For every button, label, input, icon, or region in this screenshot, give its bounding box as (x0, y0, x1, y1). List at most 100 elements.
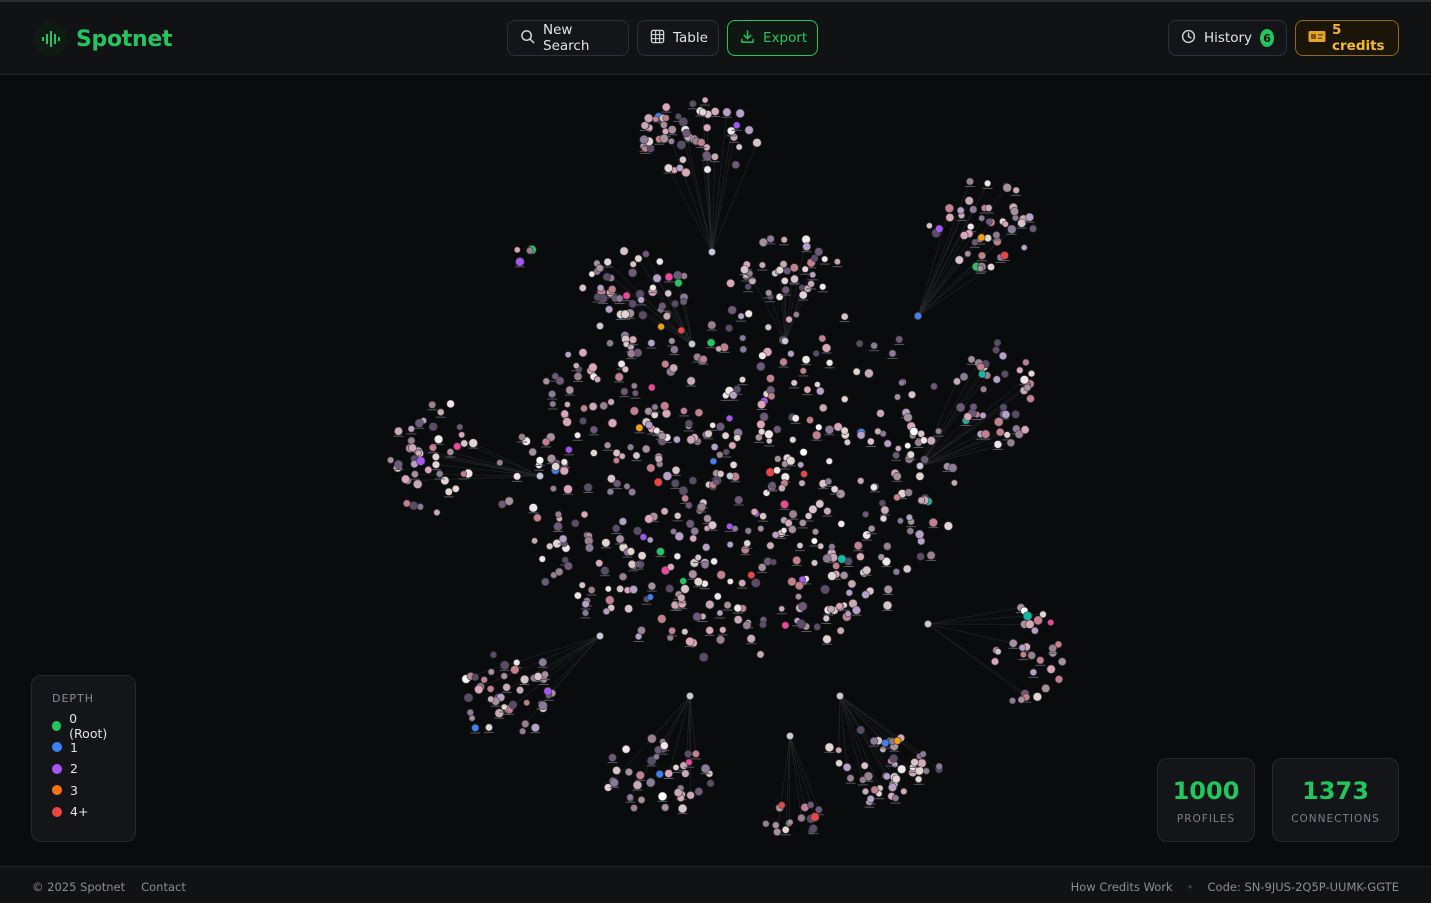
profile-node[interactable] (663, 163, 673, 173)
profile-node[interactable] (733, 615, 743, 625)
profile-node[interactable] (560, 409, 569, 419)
profile-node[interactable] (993, 339, 1002, 347)
profile-node[interactable] (658, 302, 667, 310)
profile-node[interactable] (837, 554, 847, 564)
profile-node[interactable] (414, 418, 424, 428)
profile-node[interactable] (744, 309, 753, 318)
profile-node[interactable] (846, 774, 855, 783)
profile-node[interactable] (951, 479, 958, 487)
profile-node[interactable] (750, 508, 759, 516)
profile-node[interactable] (513, 246, 521, 254)
profile-node[interactable] (661, 803, 670, 812)
profile-node[interactable] (463, 693, 474, 703)
profile-node[interactable] (860, 761, 869, 770)
profile-node[interactable] (696, 502, 706, 512)
profile-node[interactable] (679, 155, 687, 164)
profile-node[interactable] (702, 123, 712, 132)
profile-node[interactable] (639, 533, 648, 541)
profile-node[interactable] (413, 479, 423, 489)
profile-node[interactable] (661, 102, 671, 112)
profile-node[interactable] (578, 348, 588, 358)
profile-node[interactable] (818, 334, 827, 343)
profile-node[interactable] (791, 414, 800, 423)
profile-node[interactable] (686, 435, 696, 445)
profile-node[interactable] (992, 237, 1002, 246)
profile-node[interactable] (715, 345, 723, 353)
profile-node[interactable] (546, 542, 554, 550)
profile-node[interactable] (1032, 692, 1042, 702)
profile-node[interactable] (948, 463, 958, 473)
profile-node[interactable] (692, 750, 700, 758)
profile-node[interactable] (538, 555, 546, 563)
profile-node[interactable] (1008, 697, 1016, 705)
profile-node[interactable] (645, 777, 656, 788)
profile-node[interactable] (460, 470, 468, 478)
profile-node[interactable] (541, 577, 550, 587)
profile-node[interactable] (898, 379, 906, 387)
profile-node[interactable] (686, 791, 695, 800)
profile-node[interactable] (647, 733, 657, 744)
profile-node[interactable] (798, 479, 806, 487)
profile-node[interactable] (767, 392, 776, 401)
profile-node[interactable] (471, 673, 479, 681)
profile-node[interactable] (431, 452, 440, 461)
profile-node[interactable] (1008, 638, 1018, 648)
profile-node[interactable] (654, 454, 663, 464)
profile-node[interactable] (893, 493, 901, 502)
profile-node[interactable] (1036, 656, 1045, 665)
profile-node[interactable] (651, 403, 659, 411)
profile-node[interactable] (892, 471, 902, 481)
profile-node[interactable] (677, 326, 685, 334)
profile-node[interactable] (697, 138, 706, 147)
profile-node[interactable] (966, 223, 975, 231)
profile-node[interactable] (681, 769, 690, 778)
profile-node[interactable] (407, 436, 416, 445)
profile-node[interactable] (953, 377, 961, 386)
profile-node[interactable] (906, 450, 915, 459)
profile-node[interactable] (490, 651, 497, 659)
profile-node[interactable] (1025, 619, 1035, 629)
profile-node[interactable] (593, 375, 601, 383)
profile-node[interactable] (930, 382, 938, 391)
profile-node[interactable] (992, 346, 1000, 354)
profile-node[interactable] (681, 167, 691, 178)
profile-node[interactable] (812, 430, 822, 440)
profile-node[interactable] (747, 571, 756, 579)
profile-node[interactable] (893, 736, 902, 745)
profile-node[interactable] (781, 286, 790, 295)
profile-node[interactable] (780, 276, 789, 285)
profile-node[interactable] (670, 600, 680, 610)
profile-node[interactable] (601, 538, 611, 548)
profile-node[interactable] (1012, 186, 1020, 194)
profile-node[interactable] (508, 700, 518, 710)
profile-node[interactable] (662, 471, 673, 481)
profile-node[interactable] (964, 196, 974, 206)
profile-node[interactable] (725, 414, 733, 422)
profile-node[interactable] (866, 794, 875, 803)
profile-node[interactable] (822, 553, 832, 564)
profile-node[interactable] (603, 257, 612, 267)
profile-node[interactable] (706, 338, 716, 347)
profile-node[interactable] (959, 231, 969, 240)
profile-node[interactable] (964, 250, 972, 258)
profile-node[interactable] (735, 108, 745, 119)
profile-node[interactable] (810, 254, 819, 262)
profile-node[interactable] (744, 527, 752, 535)
profile-node[interactable] (977, 233, 986, 242)
profile-node[interactable] (581, 599, 590, 608)
profile-node[interactable] (835, 602, 844, 611)
profile-node[interactable] (815, 499, 825, 509)
profile-node[interactable] (652, 115, 659, 123)
profile-node[interactable] (564, 351, 572, 358)
profile-node[interactable] (1027, 651, 1036, 660)
profile-node[interactable] (401, 474, 411, 484)
profile-node[interactable] (387, 456, 395, 464)
profile-node[interactable] (878, 499, 886, 507)
profile-node[interactable] (674, 531, 684, 541)
profile-node[interactable] (593, 293, 602, 301)
profile-node[interactable] (716, 451, 724, 459)
profile-node[interactable] (978, 370, 987, 379)
profile-node[interactable] (894, 445, 902, 452)
profile-node[interactable] (735, 143, 743, 151)
profile-node[interactable] (731, 160, 740, 169)
